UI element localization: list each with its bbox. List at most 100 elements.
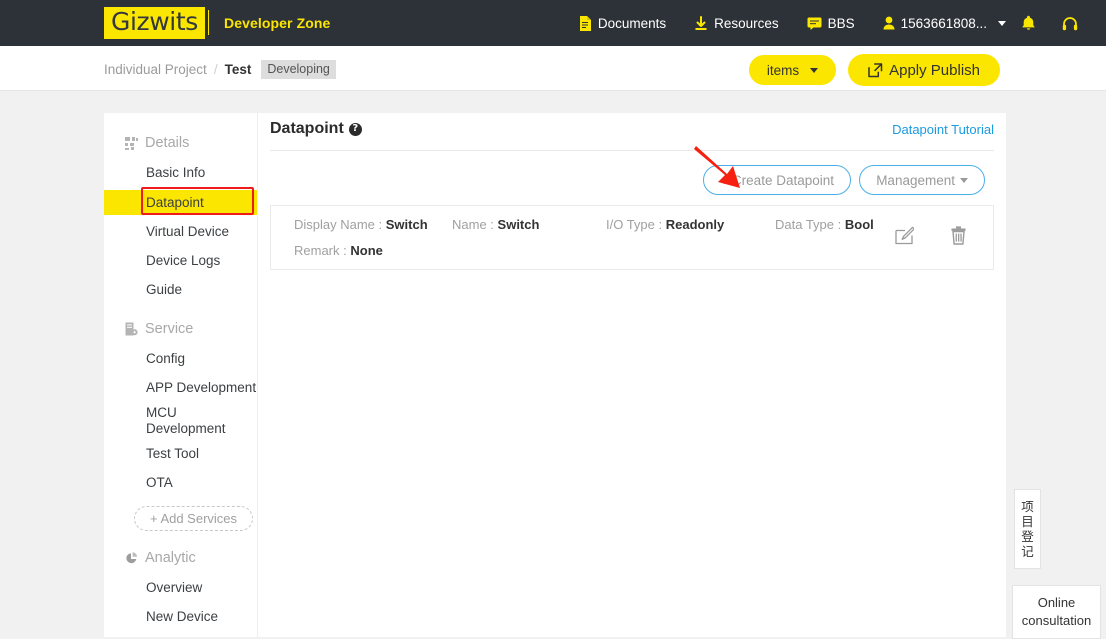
sidebar-label-test-tool: Test Tool (146, 446, 200, 461)
grid-icon (125, 136, 138, 150)
server-icon (125, 322, 138, 336)
download-icon (694, 15, 708, 31)
sidebar-group-details: Details (104, 130, 257, 156)
sidebar-group-label-details: Details (145, 135, 190, 151)
document-icon (579, 15, 592, 31)
project-registration-char-3: 登 (1021, 529, 1034, 544)
sidebar-label-device-logs: Device Logs (146, 253, 221, 268)
sidebar-item-config[interactable]: Config (104, 347, 257, 371)
sidebar-label-config: Config (146, 351, 186, 366)
field-remark: Remark : None (294, 243, 383, 258)
logo-divider (208, 10, 209, 35)
datapoint-tutorial-link[interactable]: Datapoint Tutorial (892, 122, 994, 137)
sidebar-item-mcu-development[interactable]: MCU Development (104, 405, 257, 437)
developer-zone-label: Developer Zone (224, 15, 331, 31)
value-io-type: Readonly (665, 217, 725, 232)
management-label: Management (876, 172, 955, 188)
sidebar-item-device-logs[interactable]: Device Logs (104, 249, 257, 273)
sidebar-label-virtual-device: Virtual Device (146, 224, 230, 239)
sidebar-item-test-tool[interactable]: Test Tool (104, 442, 257, 466)
sidebar-label-overview: Overview (146, 580, 203, 595)
chat-icon (807, 17, 822, 30)
apply-publish-button[interactable]: Apply Publish (848, 54, 1000, 86)
items-dropdown-button[interactable]: items (748, 55, 837, 85)
breadcrumb-separator: / (213, 62, 218, 77)
create-datapoint-button[interactable]: + Create Datapoint (703, 165, 851, 195)
sidebar-label-guide: Guide (146, 282, 183, 297)
pie-chart-icon (125, 551, 138, 565)
nav-item-account[interactable]: 1563661808... (883, 16, 1006, 31)
top-nav-links: Documents Resources BBS 1563661808... (579, 0, 1006, 46)
project-registration-char-1: 项 (1021, 499, 1034, 514)
label-data-type: Data Type : (775, 217, 842, 232)
chevron-down-icon (810, 67, 819, 73)
sidebar-group-label-service: Service (145, 321, 194, 337)
sidebar: Details Basic Info Datapoint Virtual Dev… (104, 113, 258, 637)
nav-item-bbs[interactable]: BBS (807, 16, 855, 31)
project-registration-char-4: 记 (1021, 544, 1034, 559)
edit-icon[interactable] (895, 226, 914, 245)
sidebar-label-new-device: New Device (146, 609, 219, 624)
datapoint-row: Display Name : Switch Name : Switch I/O … (270, 205, 994, 270)
external-link-icon (868, 62, 883, 78)
sidebar-label-basic-info: Basic Info (146, 165, 206, 180)
label-io-type: I/O Type : (606, 217, 663, 232)
sidebar-item-app-development[interactable]: APP Development (104, 376, 257, 400)
sidebar-item-basic-info[interactable]: Basic Info (104, 161, 257, 185)
gizwits-logo[interactable]: Gizwits (104, 7, 205, 39)
nav-label-resources: Resources (714, 15, 779, 31)
add-services-button[interactable]: + Add Services (134, 506, 253, 531)
value-remark: None (350, 243, 383, 258)
sidebar-label-mcu-development: MCU Development (146, 405, 226, 436)
value-display-name: Switch (385, 217, 428, 232)
bell-icon[interactable] (1021, 15, 1036, 32)
add-services-label: + Add Services (149, 511, 238, 526)
user-icon (883, 16, 895, 30)
sidebar-label-datapoint: Datapoint (146, 195, 204, 210)
items-dropdown-label: items (766, 62, 800, 78)
sidebar-item-new-device[interactable]: New Device (104, 605, 257, 629)
chevron-down-icon (960, 177, 968, 183)
sidebar-group-label-analytic: Analytic (145, 550, 196, 566)
sidebar-item-ota[interactable]: OTA (104, 471, 257, 495)
datapoint-row-actions (895, 226, 967, 245)
datapoint-row-line-1: Display Name : Switch Name : Switch I/O … (294, 217, 993, 237)
sidebar-group-analytic: Analytic (104, 545, 257, 571)
breadcrumb-parent[interactable]: Individual Project (104, 62, 207, 77)
nav-item-resources[interactable]: Resources (694, 15, 779, 31)
header-action-group: items Apply Publish (748, 54, 1000, 86)
value-data-type: Bool (844, 217, 874, 232)
main-content-panel: Datapoint ? Datapoint Tutorial + Create … (258, 113, 1006, 637)
chevron-down-icon (998, 20, 1006, 26)
headset-icon[interactable] (1062, 16, 1078, 31)
project-registration-widget[interactable]: 项 目 登 记 (1014, 489, 1041, 569)
nav-item-documents[interactable]: Documents (579, 15, 666, 31)
nav-label-account: 1563661808... (900, 15, 987, 31)
question-mark-icon[interactable]: ? (348, 122, 362, 136)
field-name: Name : Switch (452, 217, 539, 232)
sidebar-item-guide[interactable]: Guide (104, 278, 257, 302)
field-io-type: I/O Type : Readonly (606, 217, 724, 232)
sidebar-label-ota: OTA (146, 475, 173, 490)
top-navigation-bar: Gizwits Developer Zone Documents Resourc… (0, 0, 1106, 46)
label-display-name: Display Name : (294, 217, 383, 232)
breadcrumb-current: Test (224, 62, 252, 77)
sidebar-item-overview[interactable]: Overview (104, 576, 257, 600)
page-title-text: Datapoint (270, 120, 344, 137)
project-registration-char-2: 目 (1021, 514, 1034, 529)
status-badge: Developing (261, 60, 336, 79)
sidebar-item-virtual-device[interactable]: Virtual Device (104, 220, 257, 244)
datapoint-action-row: + Create Datapoint Management (270, 151, 994, 201)
main-header: Datapoint ? Datapoint Tutorial (270, 113, 994, 151)
management-button[interactable]: Management (859, 165, 985, 195)
nav-label-bbs: BBS (827, 15, 855, 31)
online-consultation-widget[interactable]: Online consultation (1012, 585, 1101, 639)
sidebar-label-app-development: APP Development (146, 380, 257, 395)
sidebar-item-datapoint[interactable]: Datapoint (104, 187, 257, 215)
apply-publish-label: Apply Publish (889, 61, 980, 79)
breadcrumb: Individual Project / Test Developing (104, 60, 336, 79)
page-body: Details Basic Info Datapoint Virtual Dev… (0, 91, 1106, 639)
top-nav-icon-group (1021, 0, 1078, 46)
trash-icon[interactable] (950, 226, 967, 245)
field-display-name: Display Name : Switch (294, 217, 428, 232)
